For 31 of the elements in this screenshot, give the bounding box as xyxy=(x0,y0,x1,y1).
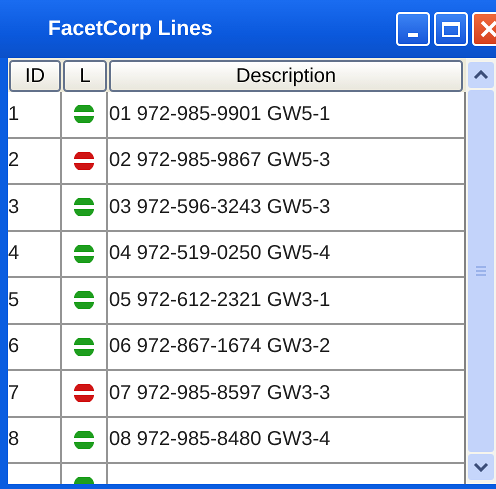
table-cell: 3 xyxy=(8,185,62,230)
scroll-down-button[interactable] xyxy=(468,454,494,480)
scroll-thumb[interactable] xyxy=(468,90,494,452)
grip-icon xyxy=(476,266,486,276)
table-cell: 2 xyxy=(8,138,62,183)
table-cell-text: 05 972-612-2321 GW3-1 xyxy=(108,288,332,313)
column-header[interactable]: ID xyxy=(9,60,61,92)
table-cell: 7 xyxy=(8,371,62,416)
scrollbar[interactable] xyxy=(466,58,496,484)
table-cell: 1 xyxy=(8,92,62,136)
scroll-up-button[interactable] xyxy=(468,62,494,88)
chevron-up-icon xyxy=(473,70,489,80)
close-button[interactable] xyxy=(472,12,496,46)
chevron-down-icon xyxy=(473,462,489,472)
table-cell-text: 01 972-985-9901 GW5-1 xyxy=(108,102,332,127)
maximize-button[interactable] xyxy=(434,12,468,46)
table-cell: 6 xyxy=(8,324,62,369)
table-cell: 8 xyxy=(8,418,62,462)
table-cell-text: 06 972-867-1674 GW3-2 xyxy=(108,334,332,360)
table-cell-text: 08 972-985-8480 GW3-4 xyxy=(108,427,332,452)
table-cell-text: 04 972-519-0250 GW5-4 xyxy=(108,241,332,266)
table-cell-text: 03 972-596-3243 GW5-3 xyxy=(108,194,332,220)
minimize-button[interactable] xyxy=(396,12,430,46)
table-cell-text: 07 972-985-8597 GW3-3 xyxy=(108,380,332,406)
close-icon xyxy=(478,18,496,40)
table-cell: 5 xyxy=(8,278,62,322)
table-cell-text: 02 972-985-9867 GW5-3 xyxy=(108,148,332,174)
column-header[interactable]: L xyxy=(63,60,107,92)
window-title: FacetCorp Lines xyxy=(48,17,213,41)
column-header[interactable]: Description xyxy=(109,60,463,92)
table-cell: 4 xyxy=(8,232,62,276)
